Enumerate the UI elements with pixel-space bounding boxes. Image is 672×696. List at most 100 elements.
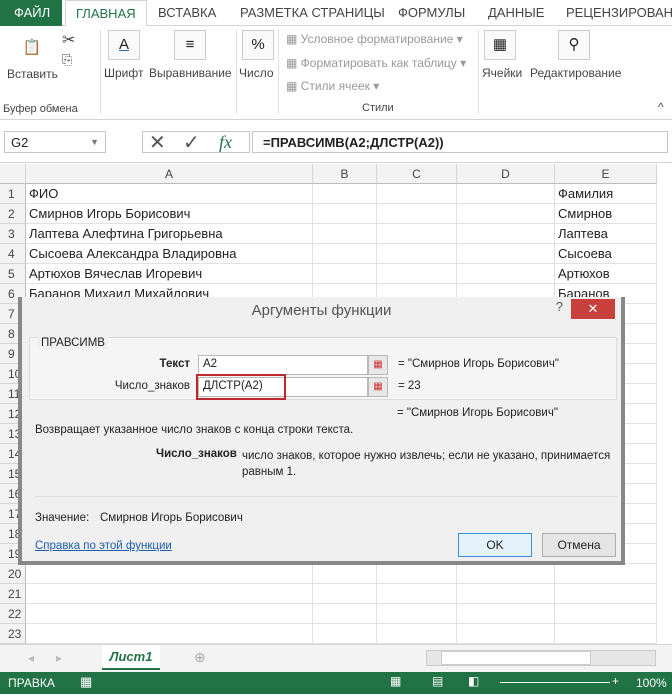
insert-function-icon[interactable]: fx	[219, 132, 232, 153]
cells-button[interactable]: Ячейки	[482, 66, 522, 80]
cell[interactable]: Лаптева	[555, 224, 657, 244]
row-header[interactable]: 22	[0, 604, 26, 624]
name-box[interactable]: G2 ▼	[4, 131, 106, 153]
cell[interactable]	[26, 584, 313, 604]
range-select-icon[interactable]: ▦	[368, 355, 388, 375]
cell[interactable]: Фамилия	[555, 184, 657, 204]
tab-file[interactable]: ФАЙЛ	[0, 0, 62, 26]
cell[interactable]	[457, 224, 555, 244]
cell[interactable]	[313, 224, 377, 244]
cell[interactable]: Артюхов	[555, 264, 657, 284]
cell[interactable]: Сысоева	[555, 244, 657, 264]
cell[interactable]	[313, 584, 377, 604]
row-header[interactable]: 1	[0, 184, 26, 204]
cell[interactable]: Сысоева Александра Владировна	[26, 244, 313, 264]
row-header[interactable]: 3	[0, 224, 26, 244]
page-break-view-icon[interactable]: ◧	[468, 674, 479, 688]
row-header[interactable]: 4	[0, 244, 26, 264]
cell[interactable]: ФИО	[26, 184, 313, 204]
cell[interactable]	[313, 264, 377, 284]
copy-icon[interactable]: ⎘	[62, 52, 72, 68]
page-layout-view-icon[interactable]: ▤	[432, 674, 443, 688]
cells-icon[interactable]: ▦	[484, 30, 516, 60]
cell[interactable]: Смирнов Игорь Борисович	[26, 204, 313, 224]
percent-icon[interactable]: %	[242, 30, 274, 60]
column-header-e[interactable]: E	[555, 164, 657, 184]
cut-icon[interactable]: ✂	[62, 30, 75, 50]
paste-icon[interactable]: 📋	[16, 34, 48, 64]
row-header[interactable]: 2	[0, 204, 26, 224]
cell[interactable]	[26, 604, 313, 624]
paste-button[interactable]: Вставить	[7, 67, 58, 81]
cell[interactable]	[457, 564, 555, 584]
font-icon[interactable]: A	[108, 30, 140, 60]
cell[interactable]	[377, 564, 457, 584]
cell[interactable]	[457, 604, 555, 624]
cell[interactable]	[555, 624, 657, 644]
cell[interactable]	[377, 584, 457, 604]
cell[interactable]	[377, 224, 457, 244]
ok-button[interactable]: OK	[458, 533, 532, 557]
cell[interactable]	[313, 184, 377, 204]
cell[interactable]	[313, 624, 377, 644]
prev-sheet-icon[interactable]: ◂	[28, 651, 34, 665]
next-sheet-icon[interactable]: ▸	[56, 651, 62, 665]
tab-formulas[interactable]: ФОРМУЛЫ	[398, 5, 465, 20]
cell[interactable]	[457, 624, 555, 644]
normal-view-icon[interactable]: ▦	[390, 674, 401, 688]
cell[interactable]	[377, 604, 457, 624]
cell[interactable]	[555, 604, 657, 624]
cell[interactable]	[377, 244, 457, 264]
alignment-button[interactable]: Выравнивание	[149, 66, 232, 80]
text-argument-input[interactable]: A2	[198, 355, 368, 375]
sheet-tab-list1[interactable]: Лист1	[102, 645, 160, 670]
macro-record-icon[interactable]: ▦	[80, 674, 92, 690]
column-header-c[interactable]: C	[377, 164, 457, 184]
number-button[interactable]: Число	[239, 66, 274, 80]
tab-page-layout[interactable]: РАЗМЕТКА СТРАНИЦЫ	[240, 5, 385, 20]
conditional-formatting-button[interactable]: ▦ Условное форматирование ▾	[286, 32, 463, 46]
cell[interactable]	[313, 564, 377, 584]
tab-review[interactable]: РЕЦЕНЗИРОВАНИ	[566, 5, 672, 20]
cell[interactable]	[555, 564, 657, 584]
cell[interactable]: Смирнов	[555, 204, 657, 224]
help-link[interactable]: Справка по этой функции	[35, 540, 172, 552]
cell[interactable]	[457, 264, 555, 284]
cell[interactable]	[377, 264, 457, 284]
format-as-table-button[interactable]: ▦ Форматировать как таблицу ▾	[286, 56, 466, 70]
cancel-icon[interactable]: ✕	[149, 130, 166, 155]
row-header[interactable]: 5	[0, 264, 26, 284]
tab-home[interactable]: ГЛАВНАЯ	[65, 0, 147, 27]
cancel-button[interactable]: Отмена	[542, 533, 616, 557]
cell-styles-button[interactable]: ▦ Стили ячеек ▾	[286, 79, 379, 93]
tab-insert[interactable]: ВСТАВКА	[158, 5, 216, 20]
collapse-ribbon-icon[interactable]: ^	[658, 100, 664, 114]
zoom-in-icon[interactable]: +	[612, 674, 619, 688]
column-header-b[interactable]: B	[313, 164, 377, 184]
horizontal-scrollbar[interactable]	[426, 650, 656, 666]
cell[interactable]	[457, 584, 555, 604]
font-button[interactable]: Шрифт	[104, 66, 143, 80]
cell[interactable]	[377, 184, 457, 204]
tab-data[interactable]: ДАННЫЕ	[488, 5, 544, 20]
column-header-d[interactable]: D	[457, 164, 555, 184]
cell[interactable]	[26, 624, 313, 644]
formula-input[interactable]: =ПРАВСИМВ(A2;ДЛСТР(A2))	[252, 131, 668, 153]
cell[interactable]	[457, 204, 555, 224]
row-header[interactable]: 23	[0, 624, 26, 644]
add-sheet-icon[interactable]: ⊕	[194, 649, 206, 666]
column-header-a[interactable]: A	[26, 164, 313, 184]
zoom-slider[interactable]	[500, 682, 610, 683]
cell[interactable]	[377, 624, 457, 644]
cell[interactable]: Лаптева Алефтина Григорьевна	[26, 224, 313, 244]
close-button[interactable]: ✕	[571, 299, 615, 319]
align-icon[interactable]: ≡	[174, 30, 206, 60]
cell[interactable]	[457, 244, 555, 264]
cell[interactable]: Артюхов Вячеслав Игоревич	[26, 264, 313, 284]
row-header[interactable]: 21	[0, 584, 26, 604]
row-header[interactable]: 20	[0, 564, 26, 584]
cell[interactable]	[555, 584, 657, 604]
enter-check-icon[interactable]: ✓	[183, 130, 200, 155]
find-binoculars-icon[interactable]: ⚲	[558, 30, 590, 60]
cell[interactable]	[313, 204, 377, 224]
